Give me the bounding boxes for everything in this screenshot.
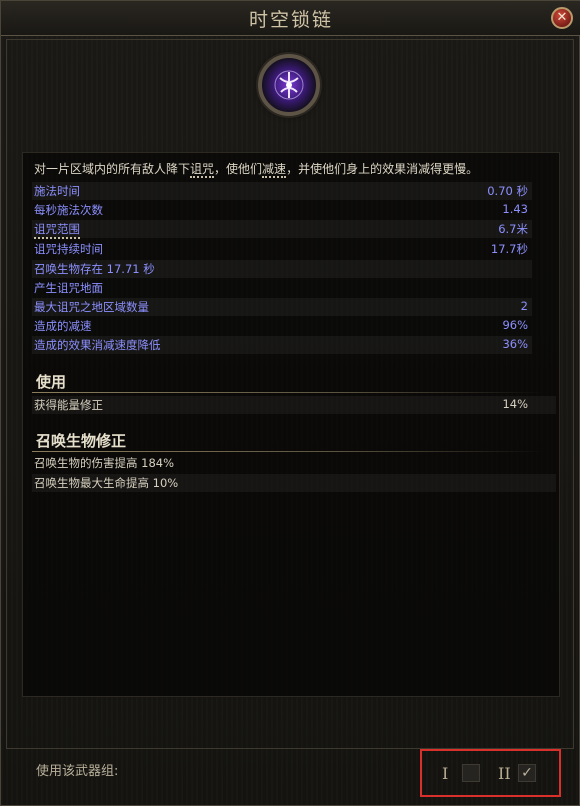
stat-row: 造成的减速 96%: [34, 318, 528, 333]
weapon-set-2-label: II: [498, 764, 511, 783]
section-divider: [32, 451, 544, 452]
stat-row: 最大诅咒之地区域数量 2: [32, 298, 532, 316]
skill-description: 对一片区域内的所有敌人降下诅咒，使他们减速，并使他们身上的效果消减得更慢。: [34, 162, 479, 178]
usage-section-title: 使用: [36, 373, 67, 391]
minion-section-title: 召唤生物修正: [36, 432, 127, 450]
weapon-set-2-checkbox[interactable]: ✓: [518, 764, 536, 782]
usage-row: 获得能量修正 14%: [32, 396, 556, 414]
section-divider: [32, 392, 544, 393]
stat-row: 施法时间 0.70 秒: [32, 182, 532, 200]
close-icon: ✕: [556, 10, 568, 25]
title-bar: 时空锁链 ✕: [1, 1, 580, 36]
stat-row: 召唤生物存在 17.71 秒: [32, 260, 532, 278]
weapon-set-label: 使用该武器组:: [36, 764, 119, 779]
close-button[interactable]: ✕: [551, 7, 573, 29]
stat-row: 诅咒持续时间 17.7秒: [34, 242, 528, 256]
weapon-set-1-checkbox[interactable]: [462, 764, 480, 782]
stat-row: 每秒施法次数 1.43: [34, 202, 528, 217]
stat-row: 产生诅咒地面: [34, 281, 103, 295]
stat-row: 造成的效果消减速度降低 36%: [32, 336, 532, 354]
stat-row: 诅咒范围 6.7米: [32, 220, 532, 239]
window-title: 时空锁链: [248, 8, 333, 31]
purple-rune-orb-icon: [258, 54, 320, 116]
minion-row: 召唤生物的伤害提高 184%: [34, 456, 175, 470]
checkmark-icon: ✓: [521, 765, 533, 781]
keyword-curse[interactable]: 诅咒: [190, 162, 215, 178]
minion-row: 召唤生物最大生命提高 10%: [32, 474, 556, 492]
keyword-slow[interactable]: 减速: [262, 162, 287, 178]
weapon-set-1-label: I: [442, 764, 449, 783]
